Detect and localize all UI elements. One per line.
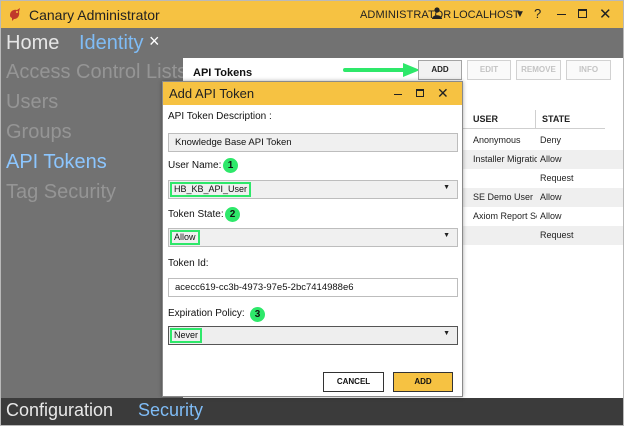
canary-logo-icon	[10, 8, 20, 21]
dropdown-arrow-icon: ▼	[443, 184, 450, 191]
dialog-title-bar: Add API Token ✕	[163, 82, 462, 105]
dropdown-arrow-icon: ▼	[443, 232, 450, 239]
cancel-button[interactable]: CANCEL	[323, 372, 384, 392]
add-button[interactable]: ADD	[393, 372, 453, 392]
dropdown-arrow-icon: ▼	[443, 330, 450, 337]
dialog-title: Add API Token	[169, 86, 255, 101]
expiration-policy-select[interactable]: Never ▼	[168, 326, 458, 345]
step-badge-3: 3	[250, 307, 265, 322]
table-row[interactable]: Anonymous Deny	[463, 131, 623, 150]
sidebar-item-access-control-lists[interactable]: Access Control Lists	[6, 61, 187, 84]
tab-security[interactable]: Security	[138, 400, 203, 421]
cell-state: Deny	[540, 135, 562, 145]
edit-token-button[interactable]: EDIT	[467, 60, 511, 80]
cell-user: Anonymous	[473, 135, 521, 145]
cell-state: Allow	[540, 192, 562, 202]
remove-token-button[interactable]: REMOVE	[516, 60, 561, 80]
host-selector[interactable]: LOCALHOST	[453, 9, 520, 21]
tab-configuration[interactable]: Configuration	[6, 400, 113, 421]
minimize-button[interactable]	[557, 14, 566, 15]
close-button[interactable]: ✕	[599, 5, 612, 23]
arrow-annotation-icon	[343, 63, 420, 77]
expiration-policy-value: Never	[170, 328, 203, 343]
cell-state: Request	[540, 230, 574, 240]
sidebar-item-tag-security[interactable]: Tag Security	[6, 181, 116, 204]
add-api-token-dialog: Add API Token ✕ API Token Description : …	[162, 81, 463, 397]
step-badge-2: 2	[225, 207, 240, 222]
cell-user: Installer Migration	[473, 154, 537, 164]
column-header-user[interactable]: USER	[463, 110, 535, 129]
add-token-button[interactable]: ADD	[418, 60, 462, 80]
dialog-close-button[interactable]: ✕	[437, 85, 449, 102]
cell-state: Request	[540, 173, 574, 183]
dialog-maximize-button[interactable]	[416, 89, 424, 97]
table-row[interactable]: SE Demo User Allow	[463, 188, 623, 207]
description-label: API Token Description :	[168, 111, 272, 122]
app-title: Canary Administrator	[29, 7, 160, 23]
token-id-field[interactable]: acecc619-cc3b-4973-97e5-2bc7414988e6	[168, 278, 458, 297]
column-header-state[interactable]: STATE	[535, 110, 605, 129]
close-tab-icon[interactable]: ×	[149, 31, 160, 52]
table-row[interactable]: Axiom Report Service Allow	[463, 207, 623, 226]
sidebar-item-users[interactable]: Users	[6, 91, 58, 114]
step-badge-1: 1	[223, 158, 238, 173]
token-state-value: Allow	[170, 230, 200, 245]
person-icon[interactable]	[432, 7, 442, 19]
info-token-button[interactable]: INFO	[566, 60, 611, 80]
sidebar-item-groups[interactable]: Groups	[6, 121, 72, 144]
expiration-policy-label: Expiration Policy:	[168, 308, 245, 319]
nav-home[interactable]: Home	[6, 32, 59, 55]
cell-state: Allow	[540, 211, 562, 221]
tab-identity[interactable]: Identity	[79, 32, 143, 55]
token-state-select[interactable]: Allow ▼	[168, 228, 458, 247]
panel-title: API Tokens	[193, 67, 253, 79]
maximize-button[interactable]	[578, 9, 587, 18]
token-state-label: Token State:	[168, 209, 224, 220]
bottom-bar: Configuration Security	[1, 398, 623, 425]
title-bar: Canary Administrator ADMINISTRATOR LOCAL…	[1, 1, 623, 28]
sidebar-item-api-tokens[interactable]: API Tokens	[6, 151, 107, 174]
description-field[interactable]: Knowledge Base API Token	[168, 133, 458, 152]
dialog-minimize-button[interactable]	[394, 94, 402, 95]
user-name-label: User Name:	[168, 160, 222, 171]
table-row[interactable]: Installer Migration Allow	[463, 150, 623, 169]
user-name-value: HB_KB_API_User	[170, 182, 252, 197]
cell-user: SE Demo User	[473, 192, 534, 202]
cell-user: Axiom Report Service	[473, 211, 537, 221]
user-name-select[interactable]: HB_KB_API_User ▼	[168, 180, 458, 199]
chevron-down-icon[interactable]: ▼	[515, 9, 525, 20]
help-button[interactable]: ?	[534, 6, 541, 21]
table-row[interactable]: Request	[463, 169, 623, 188]
app-window: Canary Administrator ADMINISTRATOR LOCAL…	[0, 0, 624, 426]
cell-state: Allow	[540, 154, 562, 164]
token-id-label: Token Id:	[168, 258, 209, 269]
table-row[interactable]: Request	[463, 226, 623, 245]
